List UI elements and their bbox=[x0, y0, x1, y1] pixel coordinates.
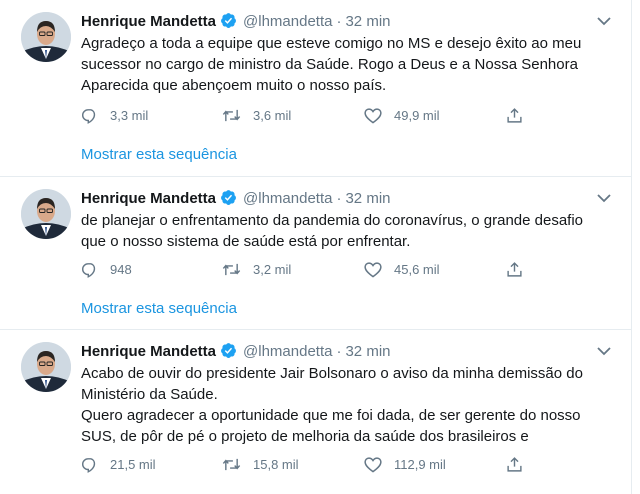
tweet-actions: 21,5 mil 15,8 mil 112,9 mil bbox=[81, 455, 541, 475]
retweet-button[interactable]: 3,6 mil bbox=[222, 106, 291, 126]
heart-icon bbox=[364, 108, 394, 124]
share-icon bbox=[506, 457, 535, 472]
share-icon bbox=[506, 262, 535, 277]
show-thread-link[interactable]: Mostrar esta sequência bbox=[81, 146, 237, 163]
reply-button[interactable]: 21,5 mil bbox=[81, 455, 156, 475]
retweet-icon bbox=[222, 262, 253, 277]
tweet-text-line: Quero agradecer a oportunidade que me fo… bbox=[81, 407, 581, 424]
retweet-count: 3,2 mil bbox=[253, 262, 292, 277]
share-icon bbox=[506, 108, 535, 123]
timestamp[interactable]: 32 min bbox=[345, 190, 390, 207]
tweet-actions: 3,3 mil 3,6 mil 49,9 mil bbox=[81, 106, 541, 126]
tweet-text-line: Aparecida que abençoem muito o nosso paí… bbox=[81, 77, 387, 94]
reply-button[interactable]: 948 bbox=[81, 260, 132, 280]
heart-icon bbox=[364, 262, 394, 278]
verified-badge-icon bbox=[220, 12, 237, 35]
like-button[interactable]: 49,9 mil bbox=[364, 106, 440, 126]
author-handle[interactable]: @lhmandetta bbox=[243, 190, 332, 207]
tweet-text-line: Acabo de ouvir do presidente Jair Bolson… bbox=[81, 365, 583, 382]
separator-dot: · bbox=[336, 13, 342, 30]
reply-icon bbox=[81, 457, 110, 473]
like-count: 49,9 mil bbox=[394, 108, 440, 123]
author-name[interactable]: Henrique Mandetta bbox=[81, 190, 216, 207]
timeline: Henrique Mandetta @lhmandetta · 32 min Agra… bbox=[0, 0, 632, 494]
reply-count: 21,5 mil bbox=[110, 457, 156, 472]
reply-icon bbox=[81, 262, 110, 278]
tweet-text-line: de planejar o enfrentamento da pandemia … bbox=[81, 212, 584, 229]
tweet-text: de planejar o enfrentamento da pandemia … bbox=[81, 210, 616, 252]
separator-dot: · bbox=[336, 190, 342, 207]
tweet-text: Agradeço a toda a equipe que esteve comi… bbox=[81, 33, 616, 96]
tweet-text-line: que o nosso sistema de saúde está por en… bbox=[81, 233, 411, 250]
reply-count: 948 bbox=[110, 262, 132, 277]
like-count: 112,9 mil bbox=[394, 457, 446, 472]
retweet-button[interactable]: 3,2 mil bbox=[222, 260, 291, 280]
tweet-text-line: sucessor no cargo de ministro da Saúde. … bbox=[81, 56, 578, 73]
share-button[interactable] bbox=[506, 455, 535, 475]
tweet-text-line: SUS, de pôr de pé o projeto de melhoria … bbox=[81, 428, 529, 445]
reply-icon bbox=[81, 108, 110, 124]
retweet-button[interactable]: 15,8 mil bbox=[222, 455, 299, 475]
verified-badge-icon bbox=[220, 342, 237, 365]
timestamp[interactable]: 32 min bbox=[345, 343, 390, 360]
share-button[interactable] bbox=[506, 106, 535, 126]
share-button[interactable] bbox=[506, 260, 535, 280]
timestamp[interactable]: 32 min bbox=[345, 13, 390, 30]
retweet-count: 15,8 mil bbox=[253, 457, 299, 472]
tweet-actions: 948 3,2 mil 45,6 mil bbox=[81, 260, 541, 280]
tweet-header: Henrique Mandetta @lhmandetta · 32 min bbox=[81, 12, 391, 32]
tweet-header: Henrique Mandetta @lhmandetta · 32 min bbox=[81, 342, 391, 362]
heart-icon bbox=[364, 457, 394, 473]
tweet[interactable]: Henrique Mandetta @lhmandetta · 32 min Agra… bbox=[0, 0, 632, 177]
tweet-text: Acabo de ouvir do presidente Jair Bolson… bbox=[81, 363, 616, 447]
reply-count: 3,3 mil bbox=[110, 108, 149, 123]
retweet-count: 3,6 mil bbox=[253, 108, 292, 123]
like-button[interactable]: 112,9 mil bbox=[364, 455, 446, 475]
retweet-icon bbox=[222, 108, 253, 123]
chevron-down-icon[interactable] bbox=[596, 14, 612, 26]
retweet-icon bbox=[222, 457, 253, 472]
chevron-down-icon[interactable] bbox=[596, 191, 612, 203]
tweet-header: Henrique Mandetta @lhmandetta · 32 min bbox=[81, 189, 391, 209]
avatar[interactable] bbox=[21, 189, 71, 239]
like-count: 45,6 mil bbox=[394, 262, 440, 277]
avatar[interactable] bbox=[21, 342, 71, 392]
avatar[interactable] bbox=[21, 12, 71, 62]
author-name[interactable]: Henrique Mandetta bbox=[81, 343, 216, 360]
author-handle[interactable]: @lhmandetta bbox=[243, 13, 332, 30]
author-name[interactable]: Henrique Mandetta bbox=[81, 13, 216, 30]
separator-dot: · bbox=[336, 343, 342, 360]
tweet[interactable]: Henrique Mandetta @lhmandetta · 32 min Acab… bbox=[0, 330, 632, 494]
tweet[interactable]: Henrique Mandetta @lhmandetta · 32 min de p… bbox=[0, 177, 632, 330]
show-thread-link[interactable]: Mostrar esta sequência bbox=[81, 300, 237, 317]
reply-button[interactable]: 3,3 mil bbox=[81, 106, 148, 126]
verified-badge-icon bbox=[220, 189, 237, 212]
chevron-down-icon[interactable] bbox=[596, 344, 612, 356]
author-handle[interactable]: @lhmandetta bbox=[243, 343, 332, 360]
like-button[interactable]: 45,6 mil bbox=[364, 260, 440, 280]
tweet-text-line: Agradeço a toda a equipe que esteve comi… bbox=[81, 35, 582, 52]
tweet-text-line: Ministério da Saúde. bbox=[81, 386, 218, 403]
